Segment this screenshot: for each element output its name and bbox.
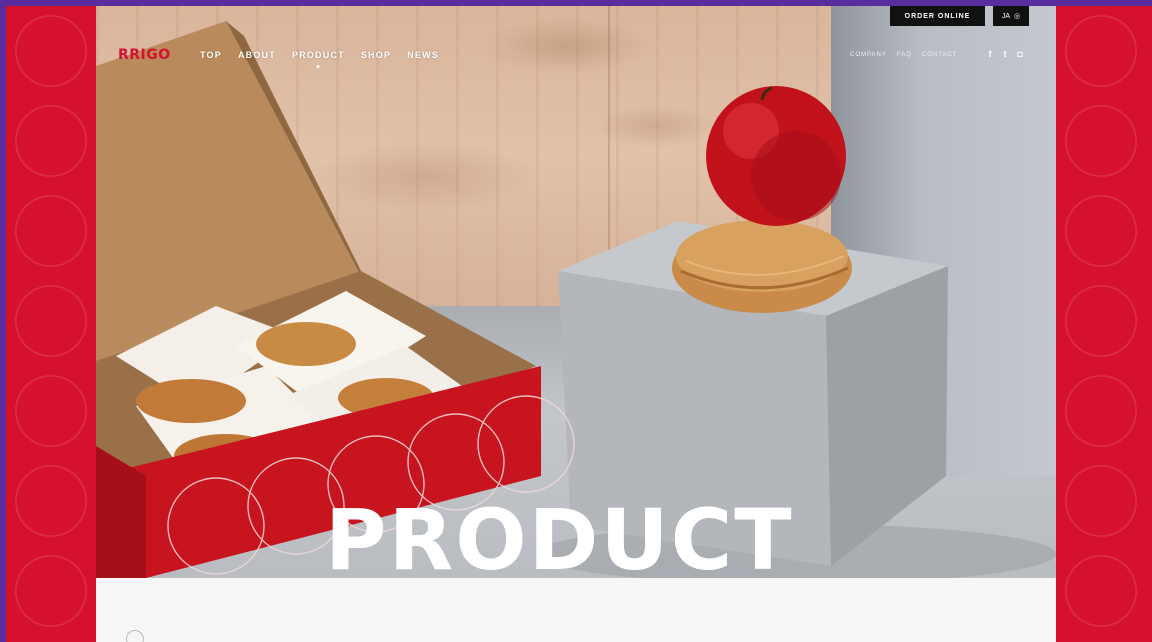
facebook-icon[interactable]: f <box>986 49 994 59</box>
util-link-company[interactable]: COMPANY <box>850 52 887 58</box>
twitter-icon[interactable]: t <box>1001 49 1009 59</box>
site-logo[interactable]: RRIGO <box>118 47 171 63</box>
util-link-faq[interactable]: FAQ <box>897 52 912 58</box>
topbar-actions: ORDER ONLINE JA ◎ <box>890 6 1029 26</box>
language-switcher[interactable]: JA ◎ <box>993 6 1029 26</box>
instagram-icon[interactable]: ◘ <box>1016 49 1024 59</box>
nav-item-top[interactable]: TOP <box>200 50 222 60</box>
right-decorative-pattern <box>1056 6 1152 642</box>
nav-item-news[interactable]: NEWS <box>407 50 439 60</box>
product-illustration <box>96 21 1056 578</box>
globe-icon: ◎ <box>1014 13 1021 20</box>
order-online-button[interactable]: ORDER ONLINE <box>890 6 985 26</box>
nav-item-shop[interactable]: SHOP <box>361 50 391 60</box>
left-decorative-pattern <box>6 6 96 642</box>
page-title: PRODUCT <box>325 498 794 578</box>
social-links: f t ◘ <box>986 49 1024 59</box>
hero-image <box>96 6 1056 578</box>
nav-item-about[interactable]: ABOUT <box>238 50 276 60</box>
main-nav: TOP ABOUT PRODUCT SHOP NEWS <box>200 50 439 60</box>
content-area <box>96 578 1056 642</box>
nav-item-product[interactable]: PRODUCT <box>292 50 345 60</box>
scroll-indicator-icon[interactable] <box>126 630 144 642</box>
language-label: JA <box>1001 12 1011 20</box>
utility-links: COMPANY FAQ CONTACT <box>850 52 957 58</box>
util-link-contact[interactable]: CONTACT <box>922 52 958 58</box>
